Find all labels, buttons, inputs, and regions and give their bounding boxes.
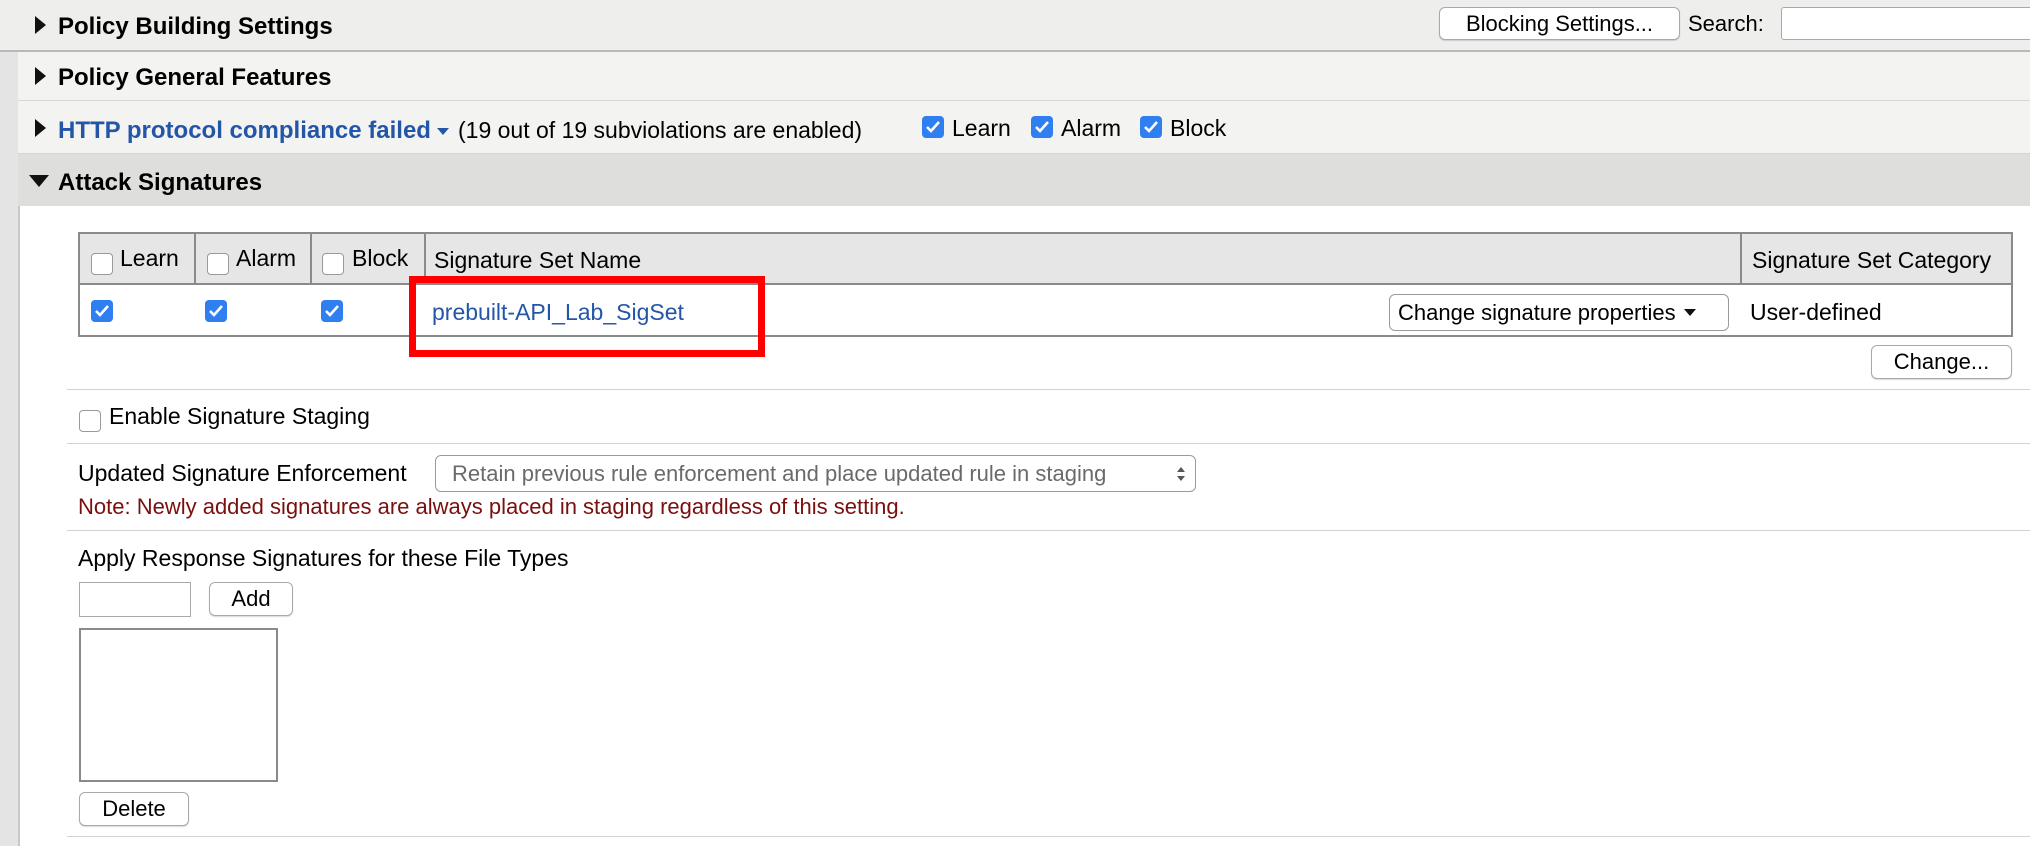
http-learn-checkbox[interactable] (922, 116, 944, 138)
enable-staging-label: Enable Signature Staging (109, 403, 370, 429)
policy-building-title[interactable]: Policy Building Settings (58, 13, 333, 41)
checkmark-icon (1144, 121, 1158, 133)
change-properties-dropdown[interactable]: Change signature properties (1389, 294, 1729, 331)
expand-arrow-icon[interactable] (35, 16, 46, 34)
chevron-down-icon (1683, 309, 1696, 316)
checkmark-icon (926, 121, 940, 133)
header-learn-checkbox[interactable] (91, 253, 113, 275)
response-sigs-label: Apply Response Signatures for these File… (78, 545, 569, 571)
header-learn-label: Learn (120, 245, 179, 271)
header-alarm-checkbox[interactable] (207, 253, 229, 275)
highlight-box (409, 276, 765, 357)
expand-arrow-icon[interactable] (35, 67, 46, 85)
header-set-name: Signature Set Name (434, 247, 642, 273)
enforcement-note: Note: Newly added signatures are always … (78, 494, 905, 519)
column-divider (310, 232, 312, 285)
row-learn-checkbox[interactable] (91, 300, 113, 322)
header-block-label: Block (352, 245, 409, 271)
divider (67, 443, 2030, 444)
add-button[interactable]: Add (209, 582, 293, 616)
change-properties-label: Change signature properties (1398, 299, 1676, 325)
http-compliance-link[interactable]: HTTP protocol compliance failed (58, 117, 431, 145)
http-block-label: Block (1170, 115, 1227, 141)
checkmark-icon (325, 305, 339, 317)
enable-staging-checkbox[interactable] (79, 410, 101, 432)
delete-button[interactable]: Delete (79, 792, 189, 826)
search-label: Search: (1688, 11, 1764, 36)
checkmark-icon (209, 305, 223, 317)
divider (67, 530, 2030, 531)
row-block-checkbox[interactable] (321, 300, 343, 322)
attack-signatures-row[interactable] (18, 154, 2030, 206)
http-alarm-label: Alarm (1061, 115, 1122, 141)
enforcement-value: Retain previous rule enforcement and pla… (452, 460, 1107, 486)
signature-set-category: User-defined (1750, 299, 1882, 325)
policy-general-title[interactable]: Policy General Features (58, 64, 331, 92)
checkmark-icon (1035, 121, 1049, 133)
row-alarm-checkbox[interactable] (205, 300, 227, 322)
column-divider (194, 232, 196, 285)
collapse-arrow-icon[interactable] (29, 175, 49, 187)
left-gutter (0, 0, 20, 846)
search-input[interactable] (1781, 7, 2030, 40)
http-alarm-checkbox[interactable] (1031, 116, 1053, 138)
checkmark-icon (95, 305, 109, 317)
http-learn-label: Learn (952, 115, 1011, 141)
column-divider (1740, 232, 1742, 285)
blocking-settings-button[interactable]: Blocking Settings... (1439, 7, 1680, 40)
header-alarm-label: Alarm (236, 245, 297, 271)
enforcement-label: Updated Signature Enforcement (78, 460, 407, 486)
enforcement-select[interactable]: Retain previous rule enforcement and pla… (435, 455, 1196, 492)
subviolations-count: (19 out of 19 subviolations are enabled) (458, 117, 863, 143)
header-block-checkbox[interactable] (322, 253, 344, 275)
http-block-checkbox[interactable] (1140, 116, 1162, 138)
header-set-category: Signature Set Category (1752, 247, 1992, 273)
attack-signatures-title[interactable]: Attack Signatures (58, 169, 262, 197)
file-types-list[interactable] (79, 628, 278, 782)
change-button[interactable]: Change... (1871, 345, 2012, 379)
chevron-down-icon[interactable] (437, 128, 449, 135)
expand-arrow-icon[interactable] (35, 119, 46, 137)
updown-arrows-icon (1177, 467, 1185, 481)
file-type-input[interactable] (79, 582, 191, 617)
divider (67, 389, 2030, 390)
divider (67, 836, 2030, 837)
